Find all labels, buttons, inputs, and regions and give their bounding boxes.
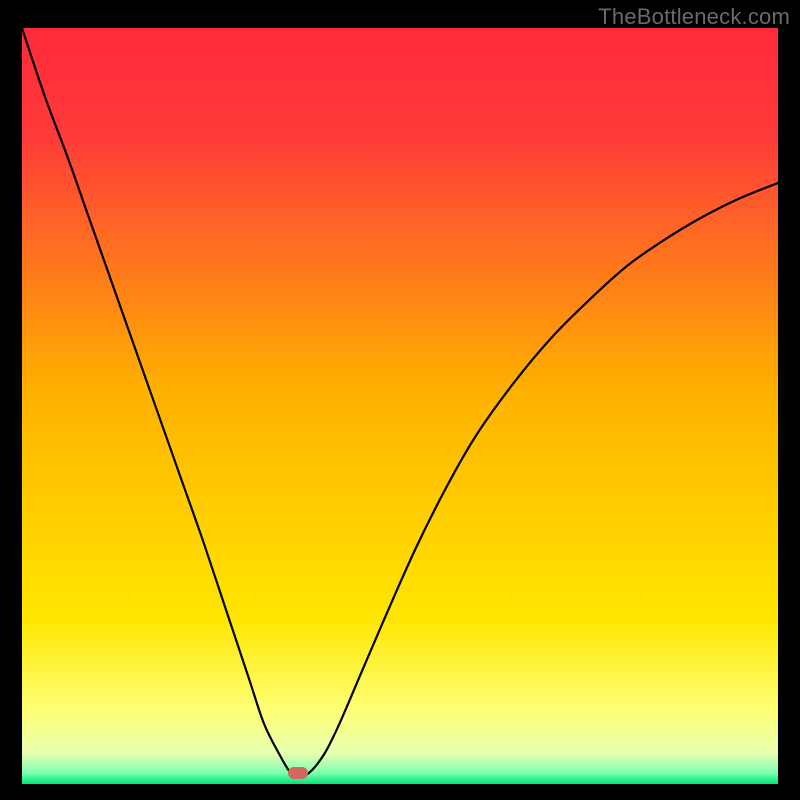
minimum-marker-icon bbox=[288, 767, 308, 779]
watermark-text: TheBottleneck.com bbox=[598, 4, 790, 30]
chart-svg bbox=[22, 28, 778, 784]
plot-area bbox=[22, 28, 778, 784]
gradient-background bbox=[22, 28, 778, 784]
chart-frame: TheBottleneck.com bbox=[0, 0, 800, 800]
